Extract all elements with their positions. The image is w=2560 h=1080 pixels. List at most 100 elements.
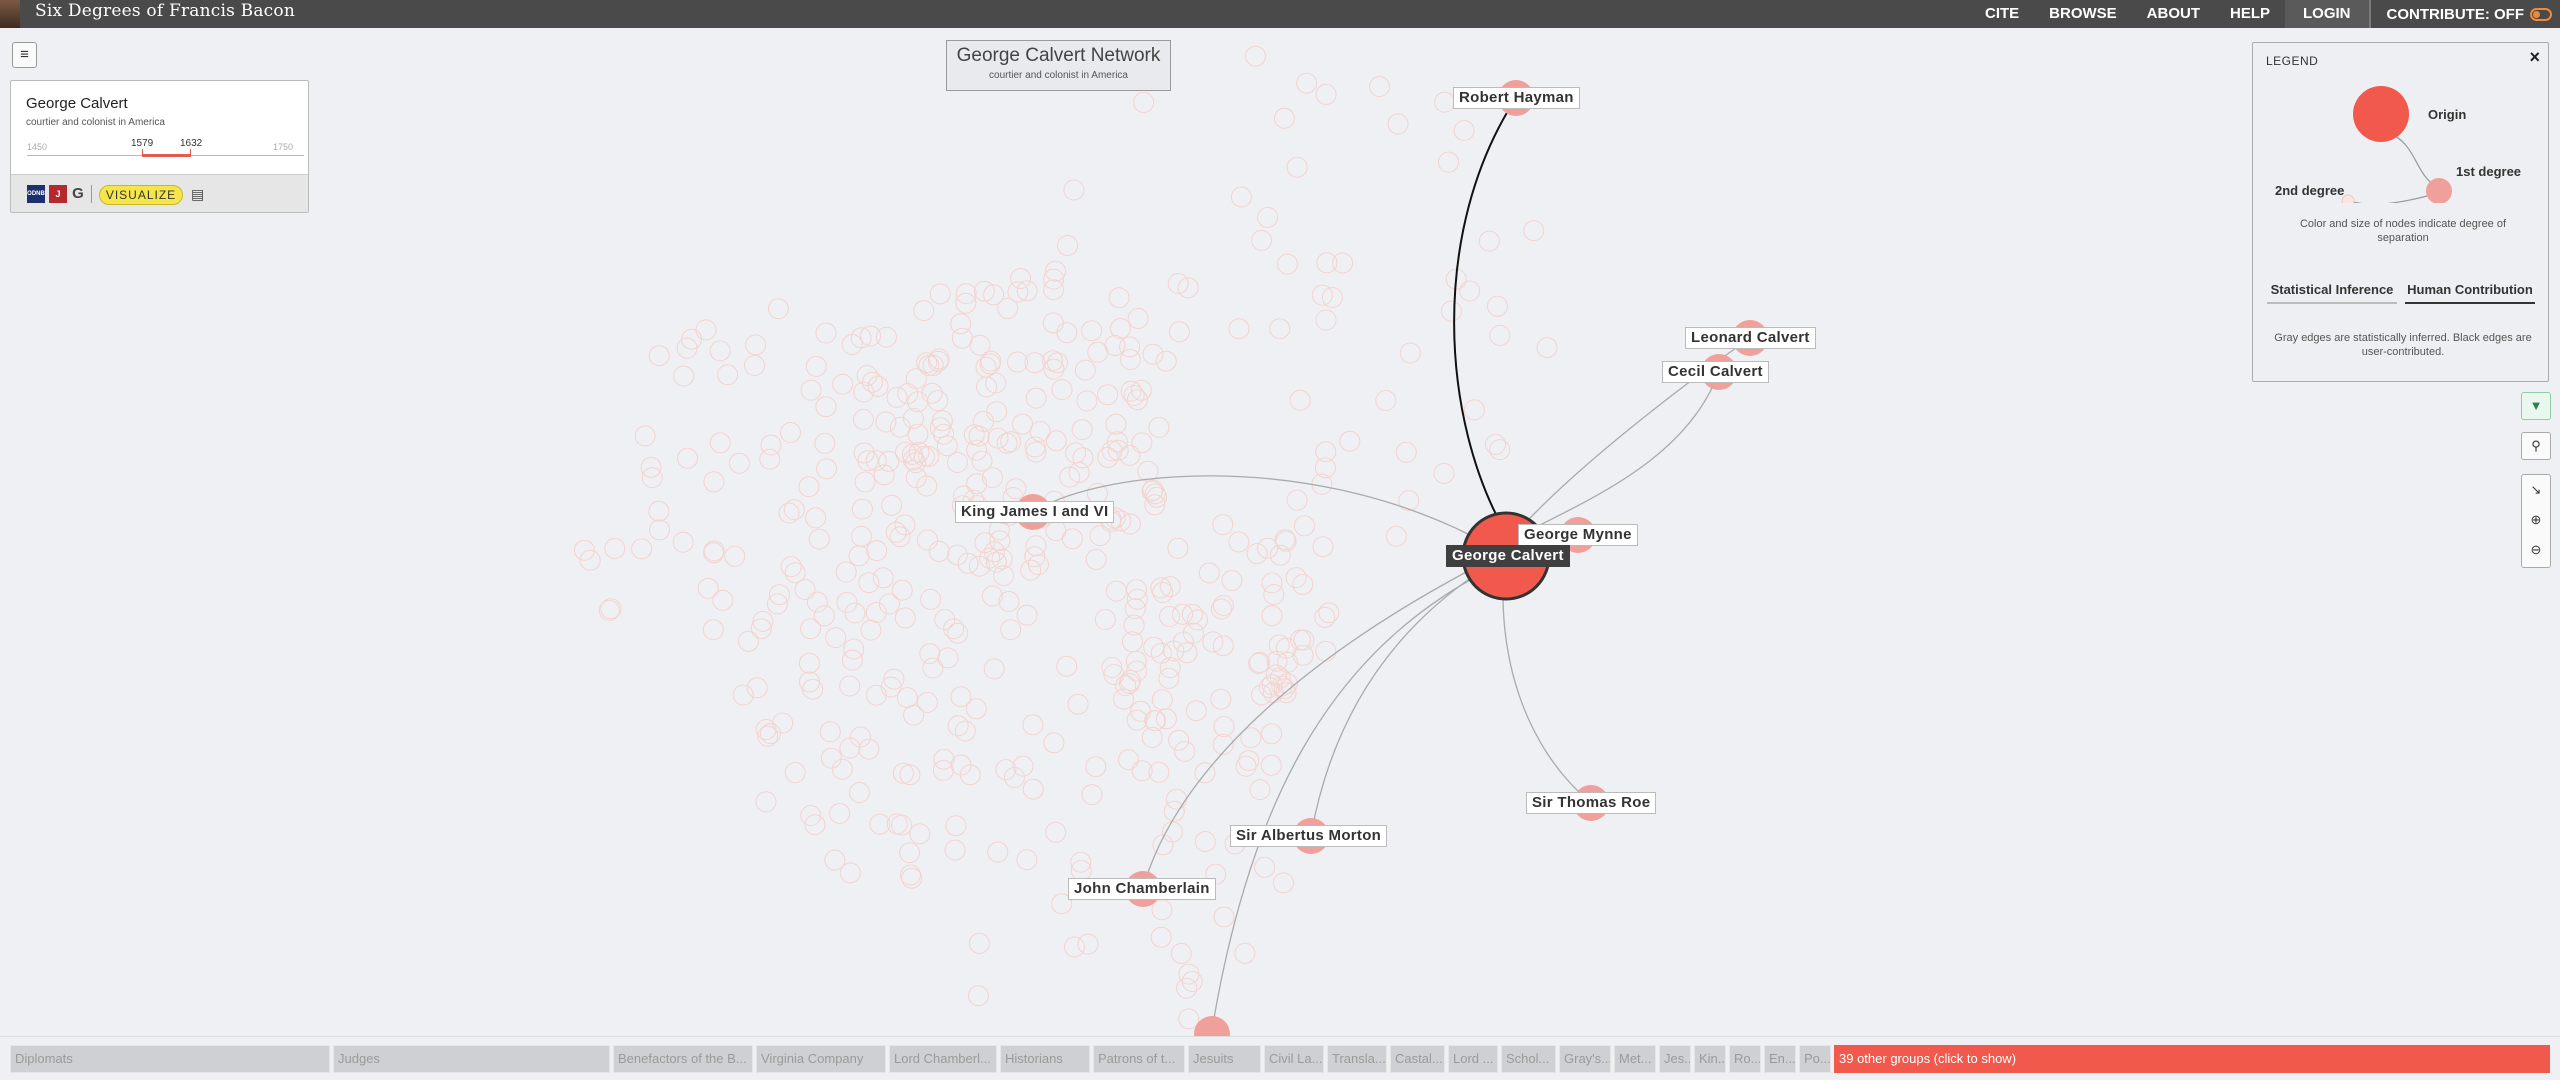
second-degree-node bbox=[905, 368, 927, 390]
second-degree-node bbox=[883, 668, 905, 690]
second-degree-node bbox=[1016, 604, 1038, 626]
second-degree-node bbox=[1085, 756, 1107, 778]
second-degree-node bbox=[1387, 113, 1409, 135]
group-chip[interactable]: Diplomats bbox=[10, 1045, 330, 1073]
label-robert-hayman[interactable]: Robert Hayman bbox=[1453, 87, 1580, 109]
second-degree-node bbox=[1399, 342, 1421, 364]
second-degree-node bbox=[1022, 778, 1044, 800]
second-degree-node bbox=[1168, 729, 1190, 751]
contribute-toggle[interactable]: CONTRIBUTE: OFF bbox=[2371, 6, 2560, 23]
jstor-source-icon[interactable]: J bbox=[49, 185, 67, 203]
zoom-in-icon[interactable]: ⊕ bbox=[2522, 505, 2550, 535]
zoom-out-icon[interactable]: ⊖ bbox=[2522, 535, 2550, 565]
second-degree-node bbox=[983, 658, 1005, 680]
group-chip[interactable]: Castal... bbox=[1390, 1045, 1445, 1073]
google-source-icon[interactable]: G bbox=[69, 185, 87, 203]
second-degree-node bbox=[1071, 419, 1093, 441]
nav-browse[interactable]: BROWSE bbox=[2034, 0, 2132, 28]
label-john-chamberlain[interactable]: John Chamberlain bbox=[1068, 878, 1216, 900]
second-degree-node bbox=[778, 502, 800, 524]
legend-first-label: 1st degree bbox=[2456, 164, 2522, 179]
visualize-button[interactable]: VISUALIZE bbox=[99, 185, 183, 205]
odnb-source-icon[interactable]: ODNB bbox=[27, 185, 45, 203]
menu-button[interactable]: ≡ bbox=[12, 42, 37, 68]
second-degree-node bbox=[780, 556, 802, 578]
birth-tick bbox=[142, 149, 143, 157]
group-chip[interactable]: Schol... bbox=[1501, 1045, 1556, 1073]
second-degree-node bbox=[1261, 723, 1283, 745]
group-chip[interactable]: Ro... bbox=[1729, 1045, 1761, 1073]
nav-cite[interactable]: CITE bbox=[1970, 0, 2034, 28]
group-chip[interactable]: Judges bbox=[333, 1045, 610, 1073]
group-chip[interactable]: Lord Chamberl... bbox=[889, 1045, 997, 1073]
death-tick bbox=[190, 149, 191, 157]
second-degree-node bbox=[1369, 76, 1390, 97]
first-degree-nodes[interactable] bbox=[1015, 80, 1768, 1052]
group-chip[interactable]: En... bbox=[1764, 1045, 1796, 1073]
second-degree-node bbox=[1276, 253, 1298, 275]
label-leonard-calvert[interactable]: Leonard Calvert bbox=[1685, 327, 1816, 349]
second-degree-node bbox=[744, 355, 765, 376]
second-degree-node bbox=[854, 471, 876, 493]
second-degree-node bbox=[717, 364, 739, 386]
label-king-james[interactable]: King James I and VI bbox=[955, 501, 1115, 523]
group-chip[interactable]: Virginia Company bbox=[756, 1045, 886, 1073]
group-chip[interactable]: Benefactors of the B... bbox=[613, 1045, 753, 1073]
second-degree-node bbox=[798, 476, 820, 498]
group-chip[interactable]: Transla... bbox=[1327, 1045, 1387, 1073]
group-chip[interactable]: Kin... bbox=[1694, 1045, 1726, 1073]
label-albertus-morton[interactable]: Sir Albertus Morton bbox=[1230, 825, 1388, 847]
group-chip[interactable]: Historians bbox=[1000, 1045, 1090, 1073]
second-degree-node bbox=[1051, 379, 1073, 401]
second-degree-node bbox=[1119, 444, 1141, 466]
group-chip[interactable]: Jesuits bbox=[1188, 1045, 1261, 1073]
second-degree-node bbox=[1385, 525, 1407, 547]
second-degree-node bbox=[1254, 856, 1276, 878]
site-title[interactable]: Six Degrees of Francis Bacon bbox=[35, 1, 295, 21]
group-chip[interactable]: Patrons of t... bbox=[1093, 1045, 1185, 1073]
person-name[interactable]: George Calvert bbox=[26, 95, 128, 112]
group-chip[interactable]: Lord ... bbox=[1448, 1045, 1498, 1073]
network-graph[interactable] bbox=[0, 0, 2560, 1080]
label-george-calvert[interactable]: George Calvert bbox=[1446, 545, 1570, 567]
second-degree-node bbox=[1275, 530, 1297, 552]
tab-human-contribution[interactable]: Human Contribution bbox=[2405, 281, 2535, 304]
book-icon[interactable]: ▤ bbox=[191, 186, 207, 203]
nav-login[interactable]: LOGIN bbox=[2285, 0, 2371, 28]
tab-statistical-inference[interactable]: Statistical Inference bbox=[2267, 281, 2397, 304]
search-button[interactable]: ⚲ bbox=[2521, 432, 2551, 460]
second-degree-node bbox=[820, 747, 842, 769]
second-degree-node bbox=[1076, 390, 1098, 412]
second-degree-node bbox=[1063, 936, 1085, 958]
label-cecil-calvert[interactable]: Cecil Calvert bbox=[1662, 361, 1769, 383]
second-degree-node bbox=[755, 791, 777, 813]
group-chip[interactable]: Po... bbox=[1799, 1045, 1831, 1073]
second-degree-node bbox=[1178, 963, 1200, 985]
group-chip[interactable]: Jes... bbox=[1659, 1045, 1691, 1073]
label-thomas-roe[interactable]: Sir Thomas Roe bbox=[1526, 792, 1657, 814]
label-george-mynne[interactable]: George Mynne bbox=[1518, 524, 1638, 546]
bacon-portrait-logo[interactable] bbox=[0, 0, 20, 28]
second-degree-node bbox=[604, 538, 626, 559]
nav-help[interactable]: HELP bbox=[2215, 0, 2285, 28]
second-degree-node bbox=[921, 382, 943, 404]
second-degree-node bbox=[1123, 385, 1145, 406]
second-degree-node bbox=[913, 300, 935, 322]
second-degree-node bbox=[929, 283, 951, 305]
group-chip[interactable]: Gray's... bbox=[1559, 1045, 1611, 1073]
group-chip[interactable]: Civil La... bbox=[1264, 1045, 1324, 1073]
other-groups-button[interactable]: 39 other groups (click to show) bbox=[1834, 1045, 2550, 1073]
second-degree-node bbox=[1144, 494, 1166, 516]
death-year: 1632 bbox=[180, 138, 203, 149]
second-degree-node bbox=[1127, 307, 1149, 329]
second-degree-node bbox=[697, 577, 719, 599]
second-degree-node bbox=[1315, 83, 1337, 105]
second-degree-node bbox=[957, 552, 979, 574]
toggle-switch-icon[interactable] bbox=[2530, 7, 2552, 21]
second-degree-node bbox=[857, 450, 879, 472]
group-chip[interactable]: Met... bbox=[1614, 1045, 1656, 1073]
collapse-icon[interactable]: ↘ bbox=[2522, 475, 2550, 505]
filter-button[interactable]: ▼ bbox=[2521, 392, 2551, 420]
second-degree-node bbox=[928, 540, 950, 562]
nav-about[interactable]: ABOUT bbox=[2132, 0, 2215, 28]
